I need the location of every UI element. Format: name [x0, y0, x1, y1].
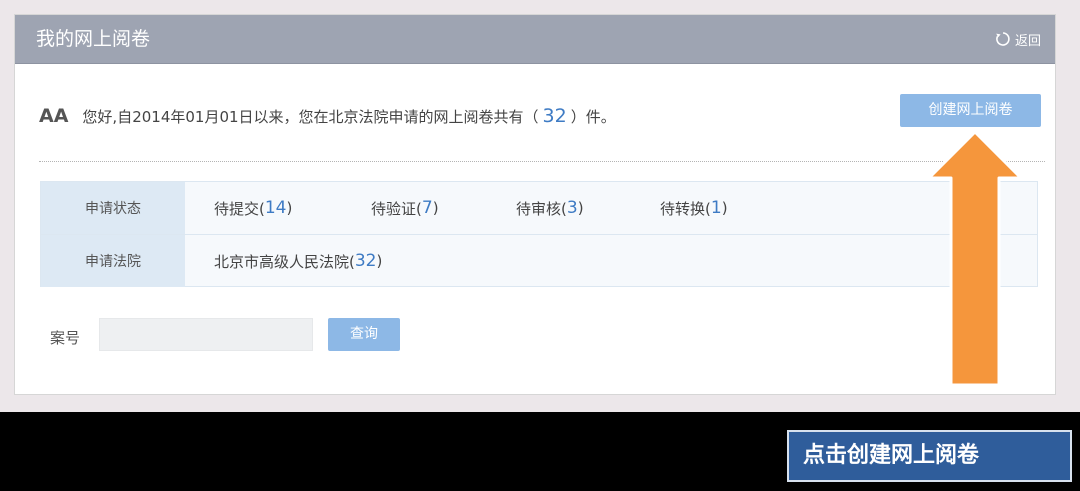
filter-option-pending-review[interactable]: 待审核(3) [516, 182, 584, 234]
page-title: 我的网上阅卷 [36, 28, 151, 50]
filter-option-pending-verify[interactable]: 待验证(7) [371, 182, 439, 234]
review-count: 32 [542, 105, 567, 127]
caption-banner: 点击创建网上阅卷 [787, 430, 1072, 482]
filter-row-status: 申请状态 待提交(14) 待验证(7) 待审核(3) 待转换(1) [41, 182, 1037, 235]
option-close: ) [376, 252, 383, 270]
option-close: ) [577, 199, 584, 217]
filter-table: 申请状态 待提交(14) 待验证(7) 待审核(3) 待转换(1) 申请法院 北… [40, 181, 1038, 287]
greeting-suffix: ）件。 [570, 107, 616, 126]
option-label: 待转换( [660, 199, 711, 218]
option-close: ) [286, 199, 293, 217]
greeting-text: 您好,自2014年01月01日以来，您在北京法院申请的网上阅卷共有（ [82, 107, 539, 126]
filter-label-court: 申请法院 [41, 235, 185, 287]
option-label: 待提交( [214, 199, 265, 218]
option-close: ) [432, 199, 439, 217]
divider [39, 161, 1045, 162]
query-button[interactable]: 查询 [328, 318, 400, 351]
option-count: 3 [566, 198, 578, 218]
case-number-input[interactable] [99, 318, 313, 351]
back-label: 返回 [1014, 33, 1041, 49]
filter-row-court: 申请法院 北京市高级人民法院(32) [41, 235, 1037, 287]
option-count: 14 [264, 198, 287, 218]
case-number-label: 案号 [50, 329, 81, 347]
create-online-review-button[interactable]: 创建网上阅卷 [900, 94, 1041, 127]
back-button[interactable]: 返回 [995, 30, 1041, 49]
option-count: 7 [421, 198, 433, 218]
option-label: 北京市高级人民法院( [214, 252, 355, 271]
option-label: 待验证( [371, 199, 422, 218]
refresh-back-icon [995, 31, 1011, 47]
option-count: 32 [354, 251, 377, 271]
option-label: 待审核( [516, 199, 567, 218]
filter-label-status: 申请状态 [41, 182, 185, 234]
filter-option-pending-convert[interactable]: 待转换(1) [660, 182, 728, 234]
option-count: 1 [710, 198, 722, 218]
panel-header: 我的网上阅卷 返回 [15, 15, 1055, 64]
filter-option-pending-submit[interactable]: 待提交(14) [214, 182, 292, 234]
username: AA [39, 105, 69, 127]
online-review-panel: 我的网上阅卷 返回 AA 您好,自2014年01月01日以来，您在北京法院申请的… [14, 14, 1056, 395]
option-close: ) [721, 199, 728, 217]
up-arrow-annotation [927, 130, 1023, 387]
filter-option-beijing-high-court[interactable]: 北京市高级人民法院(32) [214, 235, 382, 287]
